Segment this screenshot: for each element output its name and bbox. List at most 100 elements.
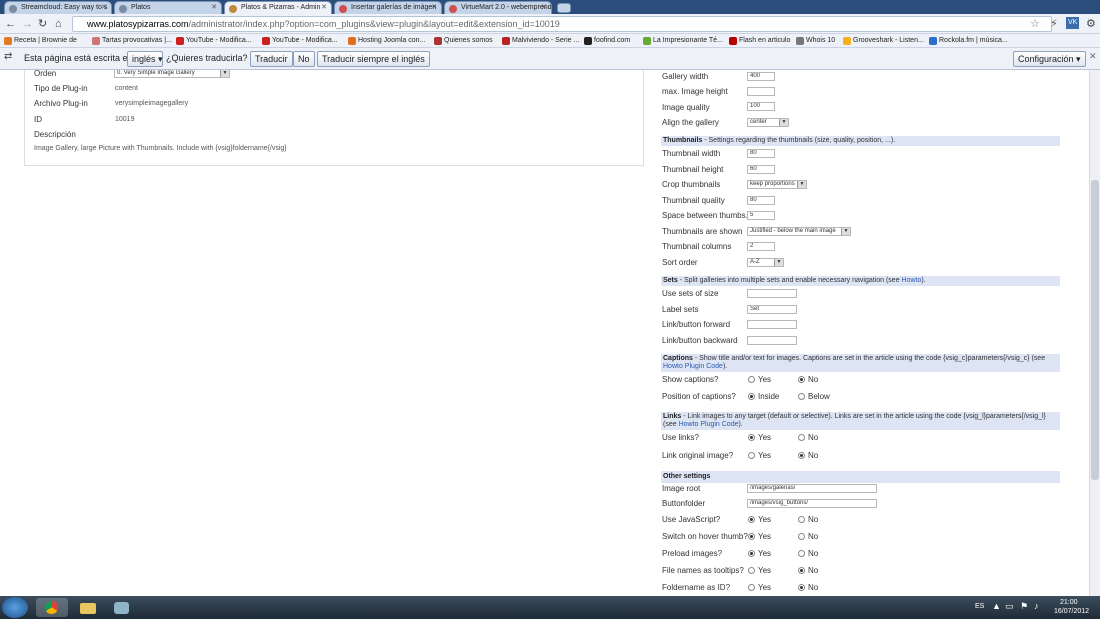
clock-time[interactable]: 21:00 <box>1060 599 1078 606</box>
app-taskbar-button[interactable] <box>106 598 138 617</box>
clock-date[interactable]: 16/07/2012 <box>1054 608 1089 615</box>
network-icon[interactable]: ▭ <box>1005 601 1014 612</box>
thumbnail-columns-input[interactable]: 2 <box>747 242 775 251</box>
tray-arrow-icon[interactable]: ▲ <box>992 601 1001 611</box>
label-sets-input[interactable]: Set <box>747 305 797 314</box>
volume-icon[interactable]: ♪ <box>1034 601 1039 611</box>
extension-icon[interactable]: ⚡ <box>1050 16 1058 32</box>
bookmark-item[interactable]: La Impresionante Té... <box>643 36 723 46</box>
image-quality-input[interactable]: 100 <box>747 102 775 111</box>
captions-howto-link[interactable]: Howto Plugin Code <box>663 363 723 370</box>
foldername-no-radio[interactable] <box>798 584 805 591</box>
tab-insertar-galerias[interactable]: Insertar galerías de imágen ✕ <box>334 1 442 14</box>
tooltips-yes-radio[interactable] <box>748 567 755 574</box>
bookmark-item[interactable]: Tartas provocativas |... <box>92 36 172 46</box>
new-tab-button[interactable] <box>557 3 571 13</box>
tab-streamcloud[interactable]: Streamcloud: Easy way to s ✕ <box>4 1 112 14</box>
link-forward-input[interactable] <box>747 320 797 329</box>
thumbnail-width-input[interactable]: 80 <box>747 149 775 158</box>
caption-inside-radio[interactable] <box>748 393 755 400</box>
foldername-yes-radio[interactable] <box>748 584 755 591</box>
bookmark-item[interactable]: YouTube - Modifica... <box>176 36 252 46</box>
home-icon[interactable]: ⌂ <box>55 16 62 32</box>
max-image-height-input[interactable] <box>747 87 775 96</box>
thumbnails-shown-label: Thumbnails are shown <box>662 227 743 236</box>
bookmark-item[interactable]: Quienes somos <box>434 36 493 46</box>
preload-yes-radio[interactable] <box>748 550 755 557</box>
space-between-thumbs-input[interactable]: 5 <box>747 211 775 220</box>
gallery-width-input[interactable]: 400 <box>747 72 775 81</box>
hover-yes-radio[interactable] <box>748 533 755 540</box>
bookmark-item[interactable]: foofind.com <box>584 36 630 46</box>
language-indicator[interactable]: ES <box>975 603 984 610</box>
thumbnail-height-input[interactable]: 60 <box>747 165 775 174</box>
close-tab-icon[interactable]: ✕ <box>431 2 437 14</box>
tab-virtuemart[interactable]: VirtueMart 2.0 - webemprend ✕ <box>444 1 552 14</box>
use-links-no-radio[interactable] <box>798 434 805 441</box>
close-tab-icon[interactable]: ✕ <box>321 2 327 14</box>
link-backward-input[interactable] <box>747 336 797 345</box>
language-select[interactable]: inglés ▾ <box>127 51 163 67</box>
preload-no-radio[interactable] <box>798 550 805 557</box>
flag-icon[interactable]: ⚑ <box>1020 601 1028 612</box>
hover-no-radio[interactable] <box>798 533 805 540</box>
back-icon[interactable]: ← <box>5 16 16 32</box>
crop-thumbnails-select[interactable]: keep proportions ▼ <box>747 180 807 189</box>
javascript-no-radio[interactable] <box>798 516 805 523</box>
show-captions-no-radio[interactable] <box>798 376 805 383</box>
bookmark-item[interactable]: Rockola.fm | música... <box>929 36 1008 46</box>
use-links-yes-radio[interactable] <box>748 434 755 441</box>
star-icon[interactable]: ☆ <box>1030 16 1040 32</box>
align-gallery-label: Align the gallery <box>662 118 719 127</box>
link-original-no-radio[interactable] <box>798 452 805 459</box>
align-gallery-select[interactable]: center ▼ <box>747 118 789 127</box>
bookmark-item[interactable]: Malviviendo - Serie ... <box>502 36 579 46</box>
sets-howto-link[interactable]: Howto <box>902 277 922 284</box>
chrome-taskbar-button[interactable] <box>36 598 68 617</box>
thumbnails-shown-select[interactable]: Justified - below the main image ▼ <box>747 227 851 236</box>
bookmark-item[interactable]: Grooveshark - Listen... <box>843 36 924 46</box>
close-translate-icon[interactable]: ✕ <box>1089 51 1097 62</box>
show-captions-yes-radio[interactable] <box>748 376 755 383</box>
thumbnail-quality-input[interactable]: 80 <box>747 196 775 205</box>
order-select[interactable]: 0. Very Simple Image Gallery ▼ <box>114 70 230 78</box>
youtube-icon <box>262 37 270 45</box>
vertical-scrollbar[interactable] <box>1089 70 1100 596</box>
bookmark-item[interactable]: Flash en articulo <box>729 36 790 46</box>
javascript-yes-radio[interactable] <box>748 516 755 523</box>
bookmark-item[interactable]: Receta | Brownie de <box>4 36 77 46</box>
tab-platos[interactable]: Platos ✕ <box>114 1 222 14</box>
forward-icon[interactable]: → <box>22 16 33 32</box>
url-host: www.platosypizarras.com <box>87 19 189 29</box>
links-howto-link[interactable]: Howto Plugin Code <box>679 421 739 428</box>
no-translate-button[interactable]: No <box>293 51 315 67</box>
plugin-file-label: Archivo Plug-in <box>34 99 88 108</box>
buttonfolder-input[interactable]: /images/vsig_buttons/ <box>747 499 877 508</box>
link-original-yes-radio[interactable] <box>748 452 755 459</box>
use-sets-size-input[interactable] <box>747 289 797 298</box>
javascript-no-label: No <box>808 515 819 524</box>
reload-icon[interactable]: ↻ <box>38 16 47 32</box>
bookmark-item[interactable]: YouTube - Modifica... <box>262 36 338 46</box>
link-original-no-label: No <box>808 451 819 460</box>
scrollbar-thumb[interactable] <box>1091 180 1099 480</box>
chevron-down-icon: ▼ <box>774 259 783 266</box>
close-tab-icon[interactable]: ✕ <box>541 2 547 14</box>
image-root-input[interactable]: /images/galerias/ <box>747 484 877 493</box>
explorer-taskbar-button[interactable] <box>72 598 104 617</box>
bookmark-item[interactable]: Whois 10 <box>796 36 835 46</box>
caption-below-radio[interactable] <box>798 393 805 400</box>
address-bar[interactable]: www.platosypizarras.com/administrator/in… <box>72 16 1052 32</box>
sort-order-select[interactable]: A-Z ▼ <box>747 258 784 267</box>
vk-extension-icon[interactable]: VK <box>1066 17 1080 29</box>
translate-button[interactable]: Traducir <box>250 51 293 67</box>
translate-config-button[interactable]: Configuración ▾ <box>1013 51 1086 67</box>
always-translate-button[interactable]: Traducir siempre el inglés <box>317 51 430 67</box>
close-tab-icon[interactable]: ✕ <box>211 2 217 14</box>
windows-start-icon[interactable] <box>2 597 28 618</box>
bookmark-item[interactable]: Hosting Joomla con... <box>348 36 425 46</box>
wrench-icon[interactable]: ⚙ <box>1086 16 1096 32</box>
tab-platos-admin[interactable]: Platos & Pizarras - Admin ✕ <box>224 1 332 14</box>
close-tab-icon[interactable]: ✕ <box>101 2 107 14</box>
tooltips-no-radio[interactable] <box>798 567 805 574</box>
